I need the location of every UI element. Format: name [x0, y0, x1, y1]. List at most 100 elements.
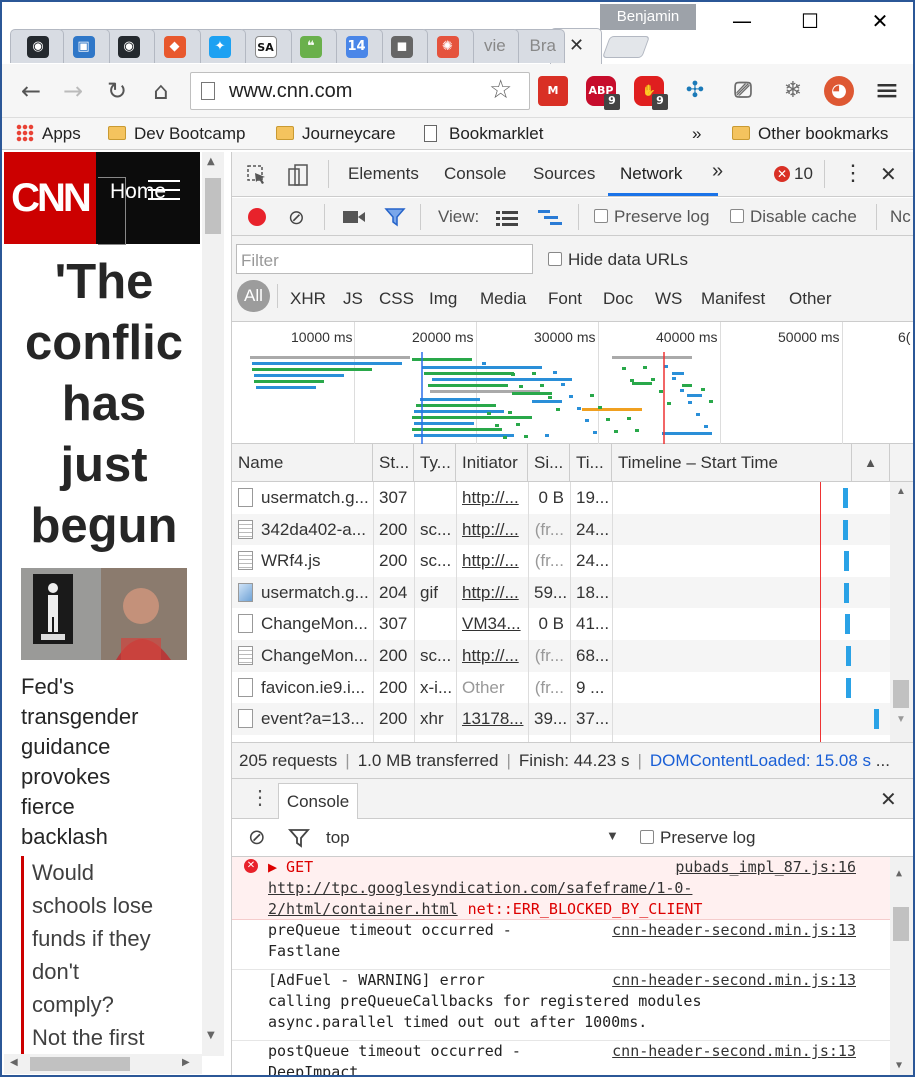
close-drawer-icon[interactable]: ✕ — [880, 787, 897, 812]
table-row[interactable]: usermatch.g... 204 gif http://... 59... 18... — [232, 576, 890, 609]
throttling-dropdown[interactable]: Nc — [890, 207, 911, 227]
network-overview-timeline[interactable]: 10000 ms 20000 ms 30000 ms 40000 ms 5000… — [232, 322, 913, 444]
tab-sources[interactable]: Sources — [533, 164, 595, 184]
hamburger-menu-icon[interactable] — [148, 180, 180, 202]
story-thumbnail[interactable] — [21, 568, 187, 660]
home-button[interactable]: ⌂ — [146, 76, 176, 106]
table-row[interactable]: event?a=13... 200 xhr 13178... 39... 37... — [232, 703, 890, 735]
filter-type-xhr[interactable]: XHR — [290, 289, 326, 309]
bookmark-dev-bootcamp[interactable]: Dev Bootcamp — [108, 122, 246, 146]
column-header-status[interactable]: St... — [373, 444, 414, 482]
close-window-button[interactable]: ✕ — [860, 6, 900, 36]
bookmark-bookmarklet[interactable]: Bookmarklet — [424, 122, 543, 146]
filter-type-doc[interactable]: Doc — [603, 289, 633, 309]
table-row[interactable]: favicon.ie9.i... 200 x-i... Other (fr... 9 ..… — [232, 672, 890, 704]
clear-icon[interactable]: ⊘ — [288, 205, 305, 230]
filter-type-js[interactable]: JS — [343, 289, 363, 309]
browser-tab[interactable]: ◉ — [10, 29, 64, 63]
page-horizontal-scrollbar[interactable]: ◀ ▶ — [4, 1054, 202, 1074]
large-rows-icon[interactable] — [496, 210, 518, 226]
console-source-link[interactable]: cnn-header-second.min.js:13 — [612, 920, 856, 941]
column-header-name[interactable]: Name — [232, 444, 373, 482]
bookmark-journeycare[interactable]: Journeycare — [276, 122, 396, 146]
maximize-button[interactable]: ☐ — [790, 6, 830, 36]
tab-network[interactable]: Network — [620, 164, 682, 184]
snowflake-icon[interactable]: ❄ — [778, 76, 808, 106]
scroll-up-arrow-icon[interactable]: ▲ — [896, 486, 906, 497]
console-log-message[interactable]: postQueue timeout occurred - DeepImpact cn… — [232, 1041, 890, 1075]
filter-type-other[interactable]: Other — [789, 289, 832, 309]
tab-elements[interactable]: Elements — [348, 164, 419, 184]
inspect-element-icon[interactable] — [246, 164, 268, 186]
adblock-icon[interactable]: ✋ 9 — [634, 76, 668, 110]
scroll-right-arrow-icon[interactable]: ▶ — [182, 1057, 190, 1068]
error-count[interactable]: 10 — [794, 164, 813, 184]
network-icon[interactable]: ✣ — [680, 76, 710, 106]
page-hscroll-thumb[interactable] — [30, 1057, 130, 1071]
console-preserve-log-checkbox[interactable]: Preserve log — [640, 828, 755, 848]
filter-type-manifest[interactable]: Manifest — [701, 289, 765, 309]
reload-button[interactable]: ↻ — [102, 76, 132, 106]
minimize-button[interactable]: — — [722, 6, 762, 36]
cast-icon[interactable]: ⎚ — [728, 76, 758, 106]
page-scroll-thumb[interactable] — [205, 178, 221, 234]
duckduckgo-icon[interactable]: ◕ — [824, 76, 854, 106]
screenshot-video-icon[interactable] — [342, 209, 366, 225]
related-story-link[interactable]: Would schools lose funds if they don't compl… — [21, 856, 201, 1021]
profile-button[interactable]: Benjamin — [600, 4, 696, 30]
tab-console[interactable]: Console — [444, 164, 506, 184]
error-icon[interactable]: ✕ — [774, 166, 790, 182]
filter-input[interactable]: Filter — [236, 244, 533, 274]
column-header-initiator[interactable]: Initiator — [456, 444, 528, 482]
console-source-link[interactable]: pubads_impl_87.js:16 — [675, 857, 856, 878]
clear-console-icon[interactable]: ⊘ — [248, 825, 266, 850]
filter-type-img[interactable]: Img — [429, 289, 457, 309]
menu-icon[interactable]: ≡ — [872, 76, 902, 106]
adblock-plus-icon[interactable]: ABP 9 — [586, 76, 620, 110]
console-filter-icon[interactable] — [288, 828, 310, 848]
address-bar[interactable]: www.cnn.com ☆ — [190, 72, 530, 110]
table-row[interactable]: usermatch.g... 307 http://... 0 B 19... — [232, 482, 890, 514]
table-row[interactable]: WRf4.js 200 sc... http://... (fr... 24... — [232, 545, 890, 577]
scroll-down-arrow-icon[interactable]: ▼ — [896, 714, 906, 725]
close-tab-icon[interactable]: ✕ — [569, 35, 584, 56]
filter-type-all[interactable]: All — [237, 280, 270, 312]
drawer-tab-console[interactable]: Console — [278, 783, 358, 819]
bookmarks-overflow-button[interactable]: » — [692, 122, 701, 146]
console-source-link[interactable]: cnn-header-second.min.js:13 — [612, 1041, 856, 1062]
disable-cache-checkbox[interactable]: Disable cache — [730, 207, 857, 227]
scroll-up-arrow-icon[interactable]: ▲ — [896, 863, 902, 884]
filter-icon[interactable] — [384, 207, 406, 227]
apps-shortcut[interactable]: Apps — [16, 122, 81, 146]
forward-button[interactable]: → — [58, 76, 88, 106]
devtools-menu-icon[interactable]: ⋮ — [842, 160, 864, 186]
story-headline[interactable]: Fed's transgender guidance provokes fierce ba… — [21, 672, 201, 852]
scroll-up-arrow-icon[interactable]: ▲ — [207, 156, 215, 167]
other-bookmarks-folder[interactable]: Other bookmarks — [732, 122, 888, 146]
bookmark-star-icon[interactable]: ☆ — [489, 75, 512, 105]
filter-type-font[interactable]: Font — [548, 289, 582, 309]
table-scroll-thumb[interactable] — [893, 680, 909, 708]
device-toolbar-icon[interactable] — [286, 163, 310, 187]
filter-type-media[interactable]: Media — [480, 289, 526, 309]
column-header-size[interactable]: Si... — [528, 444, 570, 482]
drawer-menu-icon[interactable]: ⋮ — [250, 785, 270, 810]
back-button[interactable]: ← — [16, 76, 46, 106]
context-dropdown-arrow-icon[interactable]: ▼ — [606, 828, 619, 843]
cnn-logo[interactable]: CNN — [4, 152, 96, 244]
console-error-message[interactable]: ✕ ▶ GET http://tpc.googlesyndication.com/s… — [232, 857, 890, 920]
preserve-log-checkbox[interactable]: Preserve log — [594, 207, 709, 227]
filter-type-ws[interactable]: WS — [655, 289, 682, 309]
new-tab-button[interactable] — [601, 36, 651, 58]
gmail-icon[interactable]: M — [538, 76, 568, 106]
headline[interactable]: 'The conflic has just begun — [14, 252, 194, 557]
column-header-timeline[interactable]: Timeline – Start Time — [612, 444, 852, 482]
scroll-down-arrow-icon[interactable]: ▼ — [896, 1055, 902, 1075]
table-row[interactable]: ChangeMon... 307 VM34... 0 B 41... — [232, 608, 890, 640]
table-row[interactable]: ChangeMon... 200 sc... http://... (fr... 68..… — [232, 640, 890, 672]
close-devtools-icon[interactable]: ✕ — [880, 162, 897, 187]
sort-arrow-icon[interactable]: ▲ — [852, 444, 890, 482]
table-scrollbar[interactable]: ▲ ▼ — [890, 482, 913, 742]
related-story-link[interactable]: Not the first — [21, 1021, 201, 1054]
column-header-type[interactable]: Ty... — [414, 444, 456, 482]
